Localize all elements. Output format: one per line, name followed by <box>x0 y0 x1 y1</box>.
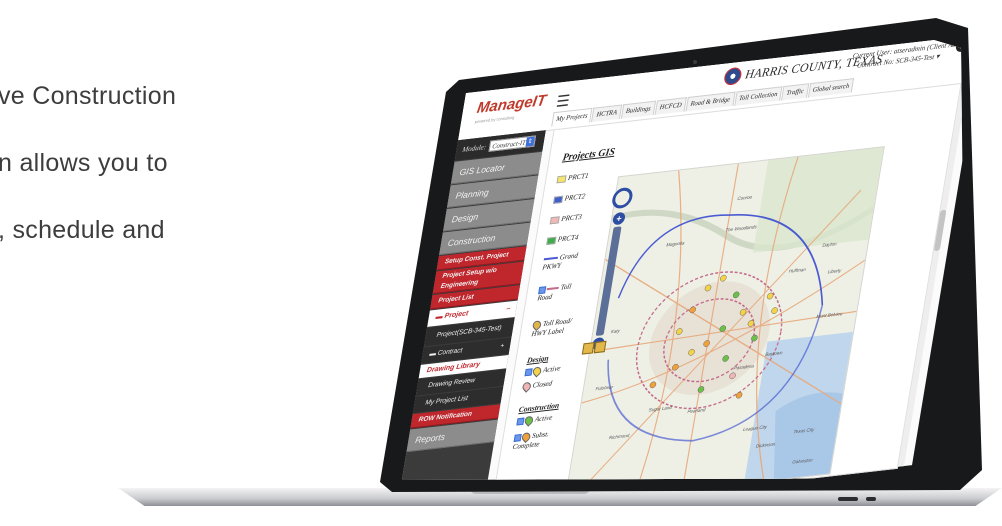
app-window: ManageIT powered by consulting ☰ HARRIS … <box>396 40 966 480</box>
legend-label: Closed <box>532 379 553 390</box>
module-value: Construct-IT <box>491 139 527 151</box>
minus-icon[interactable]: – <box>505 301 512 318</box>
module-label: Module: <box>461 142 487 154</box>
legend-swatch <box>556 175 567 184</box>
camera-icon <box>693 60 697 64</box>
legend-label: Active <box>542 364 562 375</box>
county-seal-icon <box>722 66 743 86</box>
plus-icon[interactable]: + <box>499 338 505 355</box>
menu-icon[interactable]: ☰ <box>555 91 571 111</box>
port-icon <box>866 497 876 501</box>
legend-swatch <box>553 195 564 204</box>
chevron-down-icon: ⇕ <box>525 136 535 147</box>
legend-swatch <box>543 257 558 261</box>
legend-swatch <box>549 216 560 225</box>
legend-label: Active <box>534 413 554 424</box>
sidebar-item-label: Contract <box>437 347 463 358</box>
map-tool-icon[interactable] <box>593 340 607 354</box>
port-icon <box>838 497 858 501</box>
module-select[interactable]: Construct-IT ⇕ <box>488 135 537 152</box>
sidebar-item-label: Project <box>443 310 469 320</box>
legend-swatch <box>546 236 557 245</box>
legend-swatch <box>546 287 559 291</box>
app-logo-text: ManageIT <box>475 91 548 118</box>
app-logo[interactable]: ManageIT <box>476 92 548 117</box>
